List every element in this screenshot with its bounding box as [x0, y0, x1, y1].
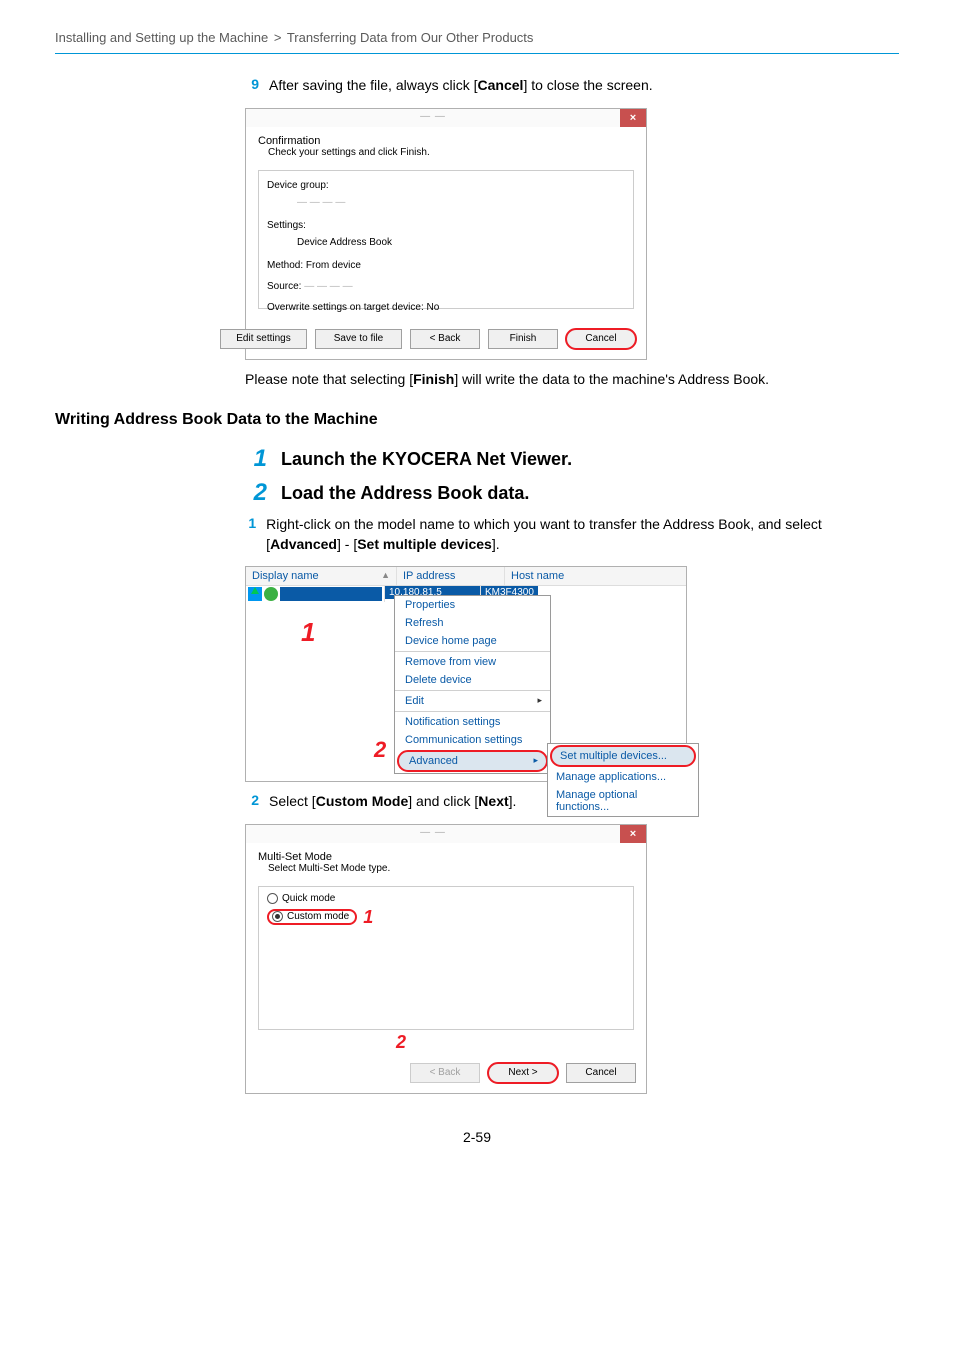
dialog-subheading: Check your settings and click Finish.	[258, 147, 634, 158]
edit-settings-button[interactable]: Edit settings	[220, 329, 307, 349]
page-number: 2-59	[55, 1129, 899, 1145]
submenu-set-multiple[interactable]: Set multiple devices...	[550, 745, 696, 767]
menu-properties[interactable]: Properties	[395, 596, 550, 614]
sub-text-2: Select [Custom Mode] and click [Next].	[269, 792, 516, 812]
major-text-1: Launch the KYOCERA Net Viewer.	[281, 447, 572, 471]
menu-edit[interactable]: Edit	[395, 692, 550, 710]
sub-text-1: Right-click on the model name to which y…	[266, 515, 899, 554]
step-9: 9 After saving the file, always click [C…	[245, 76, 899, 96]
sort-icon[interactable]: ▲	[381, 570, 390, 582]
settings-summary: Device group: — — — — Settings: Device A…	[258, 170, 634, 309]
submenu-manage-apps[interactable]: Manage applications...	[548, 768, 698, 786]
breadcrumb: Installing and Setting up the Machine > …	[55, 30, 899, 45]
context-menu: Properties Refresh Device home page Remo…	[394, 595, 551, 774]
submenu: Set multiple devices... Manage applicati…	[547, 743, 699, 817]
overwrite-label: Overwrite settings on target device: No	[267, 299, 625, 316]
major-num-2: 2	[245, 481, 267, 505]
major-text-2: Load the Address Book data.	[281, 481, 529, 505]
menu-device-home[interactable]: Device home page	[395, 632, 550, 650]
step-num-9: 9	[245, 76, 259, 96]
breadcrumb-part1: Installing and Setting up the Machine	[55, 30, 268, 45]
titlebar-title: — —	[246, 825, 620, 843]
titlebar: — — ×	[246, 109, 646, 127]
back-button[interactable]: < Back	[410, 329, 480, 349]
submenu-manage-opt[interactable]: Manage optional functions...	[548, 786, 698, 816]
mode-box: Quick mode Custom mode 1	[258, 886, 634, 1030]
custom-mode-row[interactable]: Custom mode	[267, 909, 357, 925]
radio-icon[interactable]	[267, 893, 278, 904]
callout-2: 2	[374, 737, 386, 763]
source-value-blur: — — — —	[304, 281, 352, 292]
confirmation-dialog: — — × Confirmation Check your settings a…	[245, 108, 647, 360]
device-name-blur	[280, 587, 382, 601]
col-host-name[interactable]: Host name	[505, 567, 686, 585]
callout-1: 1	[301, 617, 315, 648]
close-icon[interactable]: ×	[620, 825, 646, 843]
callout-1: 1	[363, 907, 373, 928]
header-rule	[55, 53, 899, 54]
menu-remove[interactable]: Remove from view	[395, 653, 550, 671]
button-row: Edit settings Save to file < Back Finish…	[246, 319, 646, 359]
section-heading: Writing Address Book Data to the Machine	[55, 411, 899, 429]
quick-mode-row[interactable]: Quick mode	[267, 893, 625, 904]
breadcrumb-part2: Transferring Data from Our Other Product…	[287, 30, 534, 45]
finish-button[interactable]: Finish	[488, 329, 558, 349]
close-icon[interactable]: ×	[620, 109, 646, 127]
source-label: Source:	[267, 281, 301, 292]
sub-num-1: 1	[245, 515, 256, 554]
col-display-name[interactable]: Display name	[252, 570, 319, 582]
radio-icon[interactable]	[272, 911, 283, 922]
major-step-2: 2 Load the Address Book data.	[245, 481, 899, 505]
custom-mode-label: Custom mode	[287, 911, 349, 922]
menu-delete[interactable]: Delete device	[395, 671, 550, 689]
save-to-file-button[interactable]: Save to file	[315, 329, 402, 349]
table-header: Display name ▲ IP address Host name	[246, 567, 686, 586]
source-row: Source: — — — —	[267, 278, 625, 295]
device-group-value-blur: — — — —	[267, 194, 625, 211]
callout-2: 2	[246, 1032, 646, 1053]
cancel-button[interactable]: Cancel	[566, 329, 636, 349]
major-num-1: 1	[245, 447, 267, 471]
major-step-1: 1 Launch the KYOCERA Net Viewer.	[245, 447, 899, 471]
titlebar-title: — —	[246, 109, 620, 127]
sub-step-1: 1 Right-click on the model name to which…	[245, 515, 899, 554]
finish-note: Please note that selecting [Finish] will…	[245, 370, 899, 390]
menu-refresh[interactable]: Refresh	[395, 614, 550, 632]
breadcrumb-sep: >	[272, 30, 284, 45]
settings-label: Settings:	[267, 217, 625, 234]
cancel-button[interactable]: Cancel	[566, 1063, 636, 1083]
dialog-heading: Confirmation	[258, 135, 634, 147]
titlebar: — — ×	[246, 825, 646, 843]
menu-advanced[interactable]: Advanced	[397, 750, 548, 772]
col-ip-address[interactable]: IP address	[397, 567, 505, 585]
step-text-9: After saving the file, always click [Can…	[269, 76, 653, 96]
dialog-heading: Multi-Set Mode	[258, 851, 634, 863]
sub-num-2: 2	[245, 792, 259, 812]
next-button[interactable]: Next >	[488, 1063, 558, 1083]
settings-value: Device Address Book	[267, 234, 625, 251]
method-label: Method: From device	[267, 257, 625, 274]
multiset-dialog: — — × Multi-Set Mode Select Multi-Set Mo…	[245, 824, 647, 1094]
device-icon	[246, 586, 384, 602]
quick-mode-label: Quick mode	[282, 893, 335, 904]
button-row: < Back Next > Cancel	[246, 1053, 646, 1093]
device-group-label: Device group:	[267, 177, 625, 194]
menu-notification[interactable]: Notification settings	[395, 713, 550, 731]
dialog-subheading: Select Multi-Set Mode type.	[258, 863, 634, 874]
back-button[interactable]: < Back	[410, 1063, 480, 1083]
menu-communication[interactable]: Communication settings	[395, 731, 550, 749]
device-list-figure: Display name ▲ IP address Host name 10.1…	[245, 566, 687, 782]
